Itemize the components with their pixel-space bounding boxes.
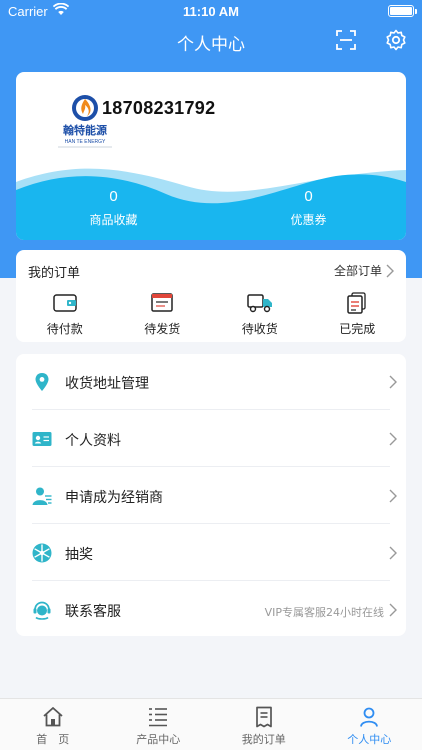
coupons-label: 优惠券 bbox=[290, 213, 327, 227]
page-title: 个人中心 bbox=[177, 35, 245, 55]
order-item-label: 已完成 bbox=[339, 322, 376, 336]
all-orders-label: 全部订单 bbox=[333, 264, 382, 278]
battery-icon bbox=[388, 5, 417, 17]
invoice-icon bbox=[151, 293, 173, 312]
wallet-icon bbox=[53, 294, 77, 312]
menu-item-label: 个人资料 bbox=[65, 433, 121, 449]
order-item-label: 待收货 bbox=[241, 322, 278, 336]
home-icon bbox=[43, 707, 63, 727]
chevron-right-icon bbox=[389, 546, 397, 560]
dealer-icon bbox=[32, 487, 52, 505]
tab-label: 首 页 bbox=[36, 733, 70, 746]
tab-label: 我的订单 bbox=[241, 733, 286, 746]
menu-item-lottery[interactable]: 抽奖 bbox=[16, 525, 406, 581]
chevron-right-icon bbox=[389, 603, 397, 617]
menu-item-label: 联系客服 bbox=[65, 604, 121, 620]
tab-products[interactable]: 产品中心 bbox=[106, 699, 212, 750]
menu-item-label: 收货地址管理 bbox=[65, 376, 149, 392]
scan-icon[interactable] bbox=[334, 28, 358, 52]
divider bbox=[32, 409, 390, 410]
menu-item-label: 申请成为经销商 bbox=[65, 490, 163, 506]
orders-icon bbox=[255, 706, 272, 728]
order-completed[interactable]: 已完成 bbox=[309, 292, 407, 337]
chevron-right-icon bbox=[389, 375, 397, 389]
nav-bar: 个人中心 bbox=[0, 24, 422, 60]
order-item-label: 待付款 bbox=[46, 322, 83, 336]
settings-menu-card: 收货地址管理 个人资料 申请成为经销商 抽奖 联系客服 VIP专属客服24小时在… bbox=[16, 354, 406, 636]
gear-icon[interactable] bbox=[384, 28, 408, 52]
location-pin-icon bbox=[35, 373, 49, 391]
order-pending-shipment[interactable]: 待发货 bbox=[114, 292, 212, 337]
tab-orders[interactable]: 我的订单 bbox=[211, 699, 317, 750]
favorites-label: 商品收藏 bbox=[89, 213, 138, 227]
favorites-count: 0 bbox=[109, 188, 118, 205]
lottery-wheel-icon bbox=[32, 543, 52, 563]
coupons-count: 0 bbox=[304, 188, 313, 205]
chevron-right-icon bbox=[389, 489, 397, 503]
status-time: 11:10 AM bbox=[183, 4, 239, 19]
all-orders-link[interactable]: 全部订单 bbox=[334, 262, 394, 279]
divider bbox=[32, 466, 390, 467]
person-icon bbox=[360, 707, 379, 727]
chevron-right-icon bbox=[386, 264, 394, 277]
menu-item-label: 抽奖 bbox=[65, 547, 93, 563]
coupons-stat[interactable]: 0 优惠券 bbox=[211, 188, 406, 228]
truck-icon bbox=[247, 294, 272, 313]
logo-title: 翰特能源 bbox=[63, 123, 107, 137]
tab-bar: 首 页 产品中心 我的订单 个人中心 bbox=[0, 698, 422, 750]
menu-item-dealer[interactable]: 申请成为经销商 bbox=[16, 468, 406, 524]
tab-label: 个人中心 bbox=[347, 733, 392, 746]
order-pending-receipt[interactable]: 待收货 bbox=[211, 292, 309, 337]
tab-home[interactable]: 首 页 bbox=[0, 699, 106, 750]
id-card-icon bbox=[32, 432, 52, 446]
completed-doc-icon bbox=[347, 292, 366, 314]
status-bar: Carrier 11:10 AM bbox=[0, 0, 422, 24]
my-orders-card: 我的订单 全部订单 待付款 待发货 待收货 已完成 bbox=[16, 250, 406, 342]
menu-item-profile[interactable]: 个人资料 bbox=[16, 411, 406, 467]
orders-title: 我的订单 bbox=[28, 266, 81, 281]
order-pending-payment[interactable]: 待付款 bbox=[16, 292, 114, 337]
chevron-right-icon bbox=[389, 432, 397, 446]
menu-item-customer-service[interactable]: 联系客服 VIP专属客服24小时在线 bbox=[16, 582, 406, 638]
service-hours-note: VIP专属客服24小时在线 bbox=[264, 606, 384, 619]
product-list-icon bbox=[149, 708, 168, 727]
customer-service-icon bbox=[33, 601, 51, 620]
divider bbox=[32, 580, 390, 581]
order-item-label: 待发货 bbox=[144, 322, 181, 336]
divider bbox=[32, 523, 390, 524]
logo-subtitle: HAN TE ENERGY bbox=[65, 139, 106, 145]
profile-card: 翰特能源 HAN TE ENERGY 18708231792 0 商品收藏 0 … bbox=[16, 72, 406, 240]
tab-profile[interactable]: 个人中心 bbox=[317, 699, 422, 750]
menu-item-address[interactable]: 收货地址管理 bbox=[16, 354, 406, 410]
favorites-stat[interactable]: 0 商品收藏 bbox=[16, 188, 211, 228]
tab-label: 产品中心 bbox=[136, 733, 181, 746]
user-phone: 18708231792 bbox=[102, 98, 216, 118]
